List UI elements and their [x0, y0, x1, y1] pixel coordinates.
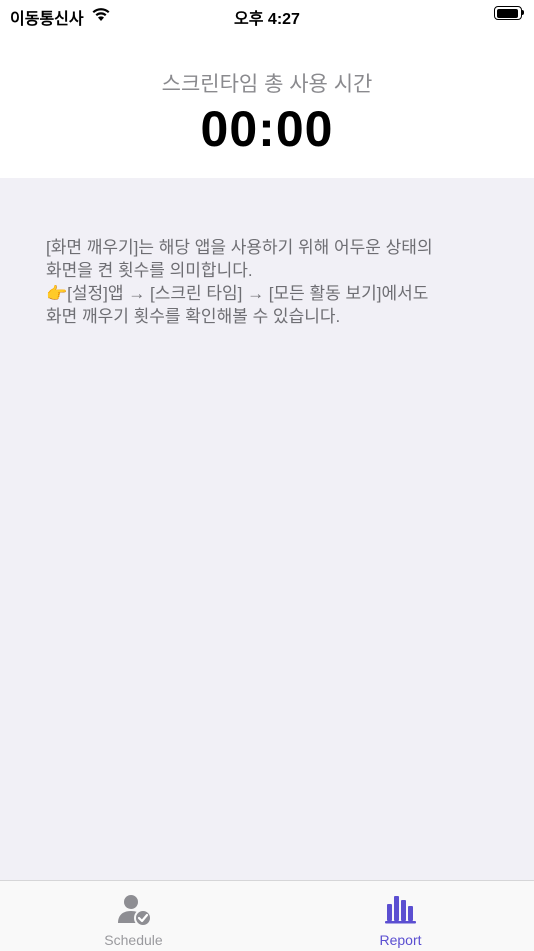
tab-bar: Schedule Report	[0, 880, 534, 951]
battery-icon	[494, 6, 524, 20]
total-usage-time: 00:00	[200, 101, 334, 157]
status-time: 오후 4:27	[234, 11, 300, 28]
header-title: 스크린타임 총 사용 시간	[161, 73, 373, 96]
bar-chart-icon	[384, 896, 416, 924]
person-check-icon	[117, 895, 152, 927]
status-bar: 이동통신사 오후 4:27	[0, 0, 534, 30]
wake-info-text: [화면 깨우기]는 해당 앱을 사용하기 위해 어두운 상태의 화면을 켠 횟수…	[46, 236, 486, 328]
info-line-1: [화면 깨우기]는 해당 앱을 사용하기 위해 어두운 상태의	[46, 238, 433, 257]
info-line-4: 화면 깨우기 횟수를 확인해볼 수 있습니다.	[46, 307, 341, 326]
info-line-3: 👉[설정]앱 → [스크린 타임] → [모든 활동 보기]에서도	[46, 284, 429, 303]
tab-report-label: Report	[379, 932, 422, 948]
tab-report[interactable]: Report	[267, 881, 534, 951]
tab-schedule-label: Schedule	[104, 932, 163, 948]
info-line-2: 화면을 켠 횟수를 의미합니다.	[46, 261, 253, 280]
tab-schedule[interactable]: Schedule	[0, 881, 267, 951]
screen-time-header: 스크린타임 총 사용 시간 00:00	[0, 30, 534, 178]
